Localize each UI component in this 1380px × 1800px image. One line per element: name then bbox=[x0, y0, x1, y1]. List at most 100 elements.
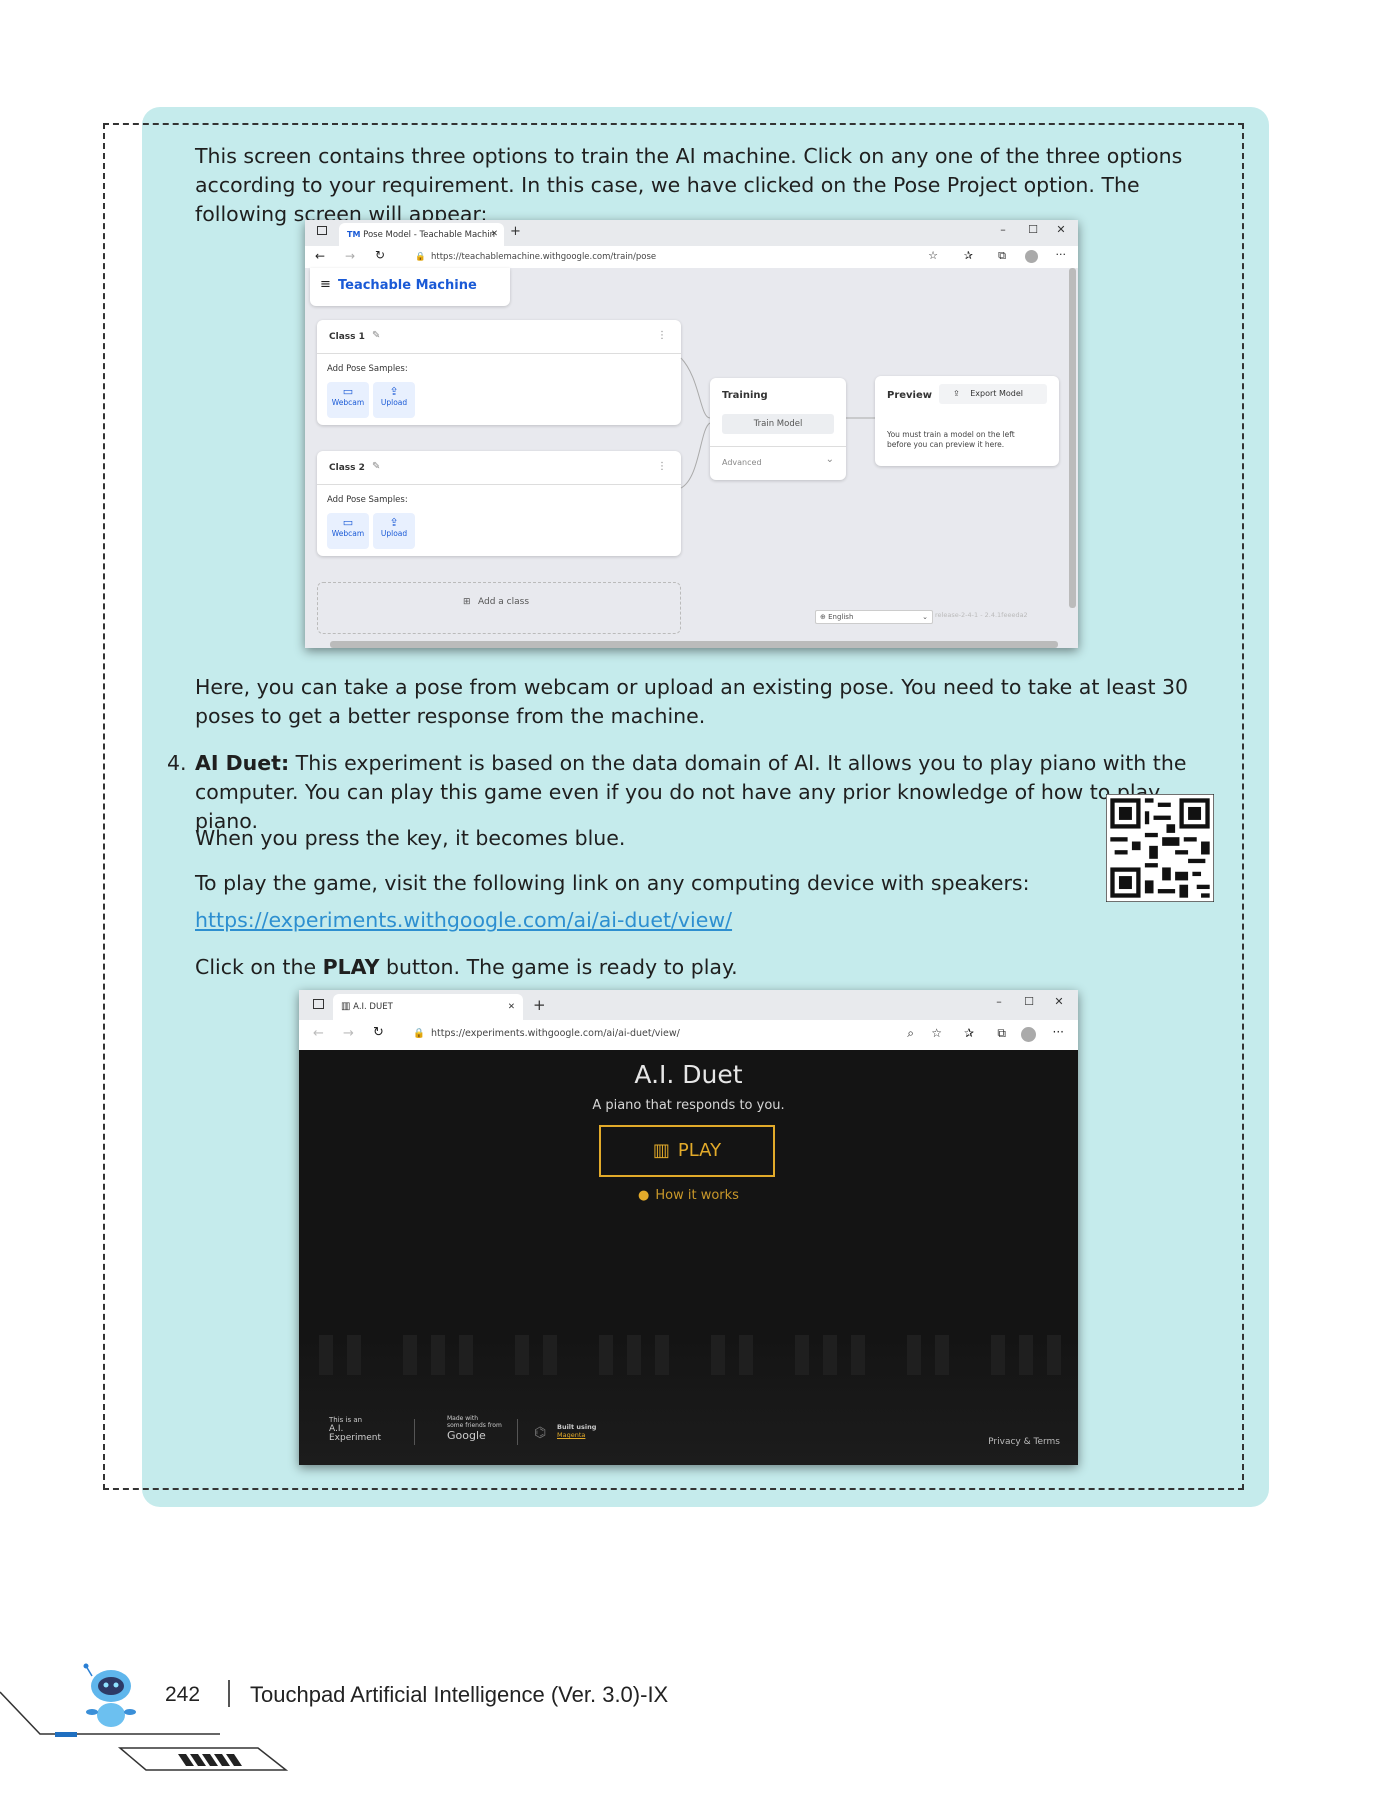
export-model-label: Export Model bbox=[970, 389, 1023, 398]
ai-duet-window: ▥ A.I. DUET ✕ + – ☐ ✕ ← → ↻ 🔒 https://ex… bbox=[299, 990, 1078, 1465]
more-icon[interactable]: ··· bbox=[1053, 1025, 1064, 1039]
play-button[interactable]: ▥ PLAY bbox=[599, 1125, 775, 1177]
close-window-icon[interactable]: ✕ bbox=[1046, 220, 1076, 240]
tab-bar: ▥ A.I. DUET ✕ + – ☐ ✕ bbox=[299, 990, 1078, 1020]
duet-subtitle: A piano that responds to you. bbox=[592, 1098, 785, 1113]
training-card: Training Train Model Advanced ⌄ bbox=[710, 378, 846, 480]
forward-icon[interactable]: → bbox=[345, 249, 355, 263]
favorites-icon[interactable]: ✰ bbox=[964, 249, 973, 262]
tab-actions-icon[interactable] bbox=[313, 999, 324, 1009]
piano-favicon-icon: ▥ bbox=[341, 1001, 351, 1012]
webcam-paragraph: Here, you can take a pose from webcam or… bbox=[195, 675, 1189, 728]
piano-keys[interactable] bbox=[299, 1335, 1078, 1465]
training-title: Training bbox=[722, 390, 768, 401]
magenta-badge[interactable]: Built using Magenta bbox=[557, 1423, 596, 1439]
lock-icon: 🔒 bbox=[413, 1028, 425, 1039]
intro-paragraph: This screen contains three options to tr… bbox=[195, 144, 1183, 226]
tab-title: A.I. DUET bbox=[353, 1002, 393, 1012]
piano-icon: ▥ bbox=[652, 1140, 670, 1161]
preview-title: Preview bbox=[887, 390, 933, 401]
reload-icon[interactable]: ↻ bbox=[375, 248, 385, 262]
footer-friends: some friends from bbox=[447, 1422, 502, 1429]
advanced-toggle[interactable]: Advanced bbox=[722, 458, 762, 467]
back-icon[interactable]: ← bbox=[315, 249, 325, 263]
address-bar: ← → ↻ 🔒 https://teachablemachine.withgoo… bbox=[305, 246, 1078, 269]
tab-title: Pose Model - Teachable Machin bbox=[363, 230, 495, 240]
maximize-icon[interactable]: ☐ bbox=[1014, 992, 1044, 1012]
collections-icon[interactable]: ⧉ bbox=[997, 1026, 1006, 1041]
chevron-down-icon[interactable]: ⌄ bbox=[826, 454, 834, 465]
horizontal-scrollbar[interactable] bbox=[330, 641, 1058, 648]
click-play-post: button. The game is ready to play. bbox=[379, 955, 738, 979]
footer-google: Google bbox=[447, 1429, 486, 1442]
close-window-icon[interactable]: ✕ bbox=[1044, 992, 1074, 1012]
url-field[interactable]: 🔒 https://experiments.withgoogle.com/ai/… bbox=[409, 1026, 1078, 1042]
preview-note: You must train a model on the left befor… bbox=[887, 430, 1015, 449]
footer-divider bbox=[517, 1419, 518, 1445]
train-model-button[interactable]: Train Model bbox=[722, 414, 834, 434]
ai-duet-link[interactable]: https://experiments.withgoogle.com/ai/ai… bbox=[195, 908, 732, 932]
release-label: release-2-4-1 - 2.4.1feeeda2 bbox=[935, 611, 1028, 619]
tab-bar: TM Pose Model - Teachable Machin ✕ + – ☐… bbox=[305, 220, 1078, 246]
forward-icon[interactable]: → bbox=[343, 1026, 354, 1041]
favorite-add-icon[interactable]: ☆ bbox=[931, 1026, 942, 1040]
export-model-button[interactable]: ⇪ Export Model bbox=[939, 384, 1047, 404]
profile-avatar[interactable] bbox=[1025, 250, 1038, 263]
play-term: PLAY bbox=[322, 955, 380, 979]
ai-duet-term: AI Duet: bbox=[195, 751, 290, 775]
tab-actions-icon[interactable] bbox=[317, 226, 327, 235]
ai-duet-description: This experiment is based on the data dom… bbox=[195, 751, 1187, 833]
language-select[interactable]: ⊕ English ⌄ bbox=[815, 610, 933, 624]
how-it-works-label: How it works bbox=[655, 1188, 739, 1203]
reload-icon[interactable]: ↻ bbox=[373, 1025, 384, 1040]
blue-key-paragraph: When you press the key, it becomes blue. bbox=[195, 826, 626, 850]
piano-keys-graphic bbox=[319, 1335, 1061, 1375]
visit-link-paragraph: To play the game, visit the following li… bbox=[195, 871, 1030, 895]
globe-icon: ⊕ bbox=[820, 613, 826, 621]
back-icon[interactable]: ← bbox=[313, 1026, 324, 1041]
url-text: https://experiments.withgoogle.com/ai/ai… bbox=[431, 1028, 680, 1039]
language-label: English bbox=[828, 613, 854, 621]
divider bbox=[710, 446, 846, 447]
export-icon: ⇪ bbox=[953, 389, 960, 398]
ai-duet-page: A.I. Duet A piano that responds to you. … bbox=[299, 1050, 1078, 1465]
click-play-paragraph: Click on the PLAY button. The game is re… bbox=[195, 953, 1215, 982]
chevron-down-icon: ⌄ bbox=[922, 613, 928, 621]
zoom-icon[interactable]: ⌕ bbox=[907, 1026, 914, 1041]
browser-tab[interactable]: TM Pose Model - Teachable Machin ✕ bbox=[339, 223, 504, 246]
how-it-works-link[interactable]: ● How it works bbox=[299, 1188, 1078, 1203]
lock-icon: 🔒 bbox=[415, 252, 426, 262]
browser-tab[interactable]: ▥ A.I. DUET ✕ bbox=[333, 994, 523, 1020]
favorite-add-icon[interactable]: ☆ bbox=[928, 249, 938, 262]
preview-card: Preview ⇪ Export Model You must train a … bbox=[875, 376, 1059, 466]
footer-separator bbox=[228, 1680, 230, 1707]
url-field[interactable]: 🔒 https://teachablemachine.withgoogle.co… bbox=[409, 249, 1078, 265]
collections-icon[interactable]: ⧉ bbox=[998, 249, 1006, 263]
privacy-terms-link[interactable]: Privacy & Terms bbox=[988, 1437, 1060, 1447]
page-number: 242 bbox=[165, 1683, 201, 1706]
profile-avatar[interactable] bbox=[1021, 1027, 1036, 1042]
footer-magenta-link[interactable]: Magenta bbox=[557, 1431, 596, 1439]
vertical-scrollbar[interactable] bbox=[1069, 268, 1076, 608]
minimize-icon[interactable]: – bbox=[988, 220, 1018, 240]
footer-decoration bbox=[0, 1691, 289, 1771]
ai-duet-paragraph: AI Duet: This experiment is based on the… bbox=[195, 749, 1215, 836]
ai-experiment-badge[interactable]: This is an A.I. Experiment bbox=[329, 1416, 381, 1443]
url-text: https://teachablemachine.withgoogle.com/… bbox=[431, 252, 657, 262]
address-bar: ← → ↻ 🔒 https://experiments.withgoogle.c… bbox=[299, 1020, 1078, 1051]
more-icon[interactable]: ··· bbox=[1056, 248, 1067, 261]
close-tab-icon[interactable]: ✕ bbox=[508, 994, 515, 1020]
new-tab-icon[interactable]: + bbox=[533, 996, 546, 1014]
favorites-icon[interactable]: ✰ bbox=[964, 1026, 974, 1040]
tm-favicon-icon: TM bbox=[347, 230, 361, 239]
minimize-icon[interactable]: – bbox=[984, 992, 1014, 1012]
teachable-machine-window: TM Pose Model - Teachable Machin ✕ + – ☐… bbox=[305, 220, 1078, 648]
maximize-icon[interactable]: ☐ bbox=[1018, 220, 1048, 240]
robot-mascot-icon bbox=[83, 1663, 136, 1727]
play-circle-icon: ● bbox=[638, 1188, 650, 1203]
duet-title: A.I. Duet bbox=[634, 1060, 743, 1089]
play-label: PLAY bbox=[677, 1140, 722, 1161]
new-tab-icon[interactable]: + bbox=[510, 224, 521, 239]
google-badge[interactable]: Made with some friends from Google bbox=[447, 1415, 502, 1443]
close-tab-icon[interactable]: ✕ bbox=[491, 223, 498, 246]
